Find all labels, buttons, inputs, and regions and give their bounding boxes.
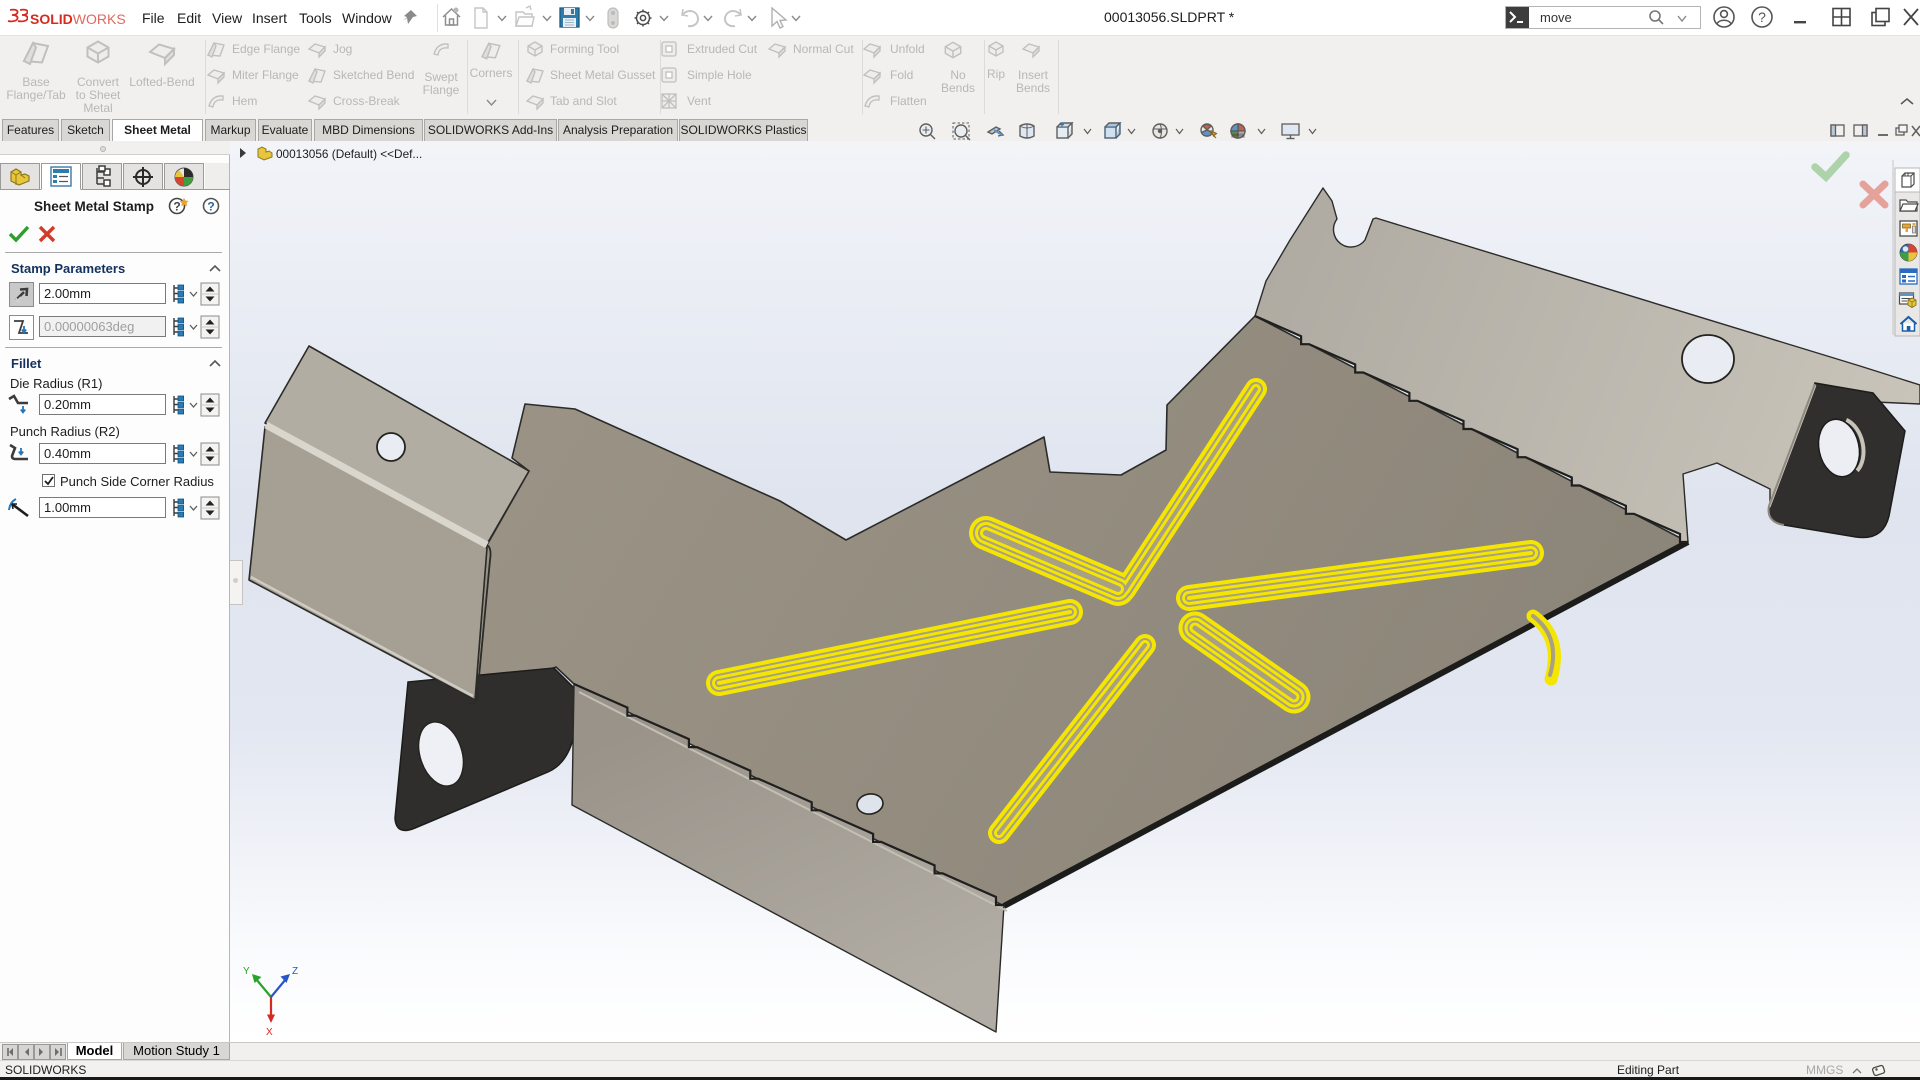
svg-text:Y: Y xyxy=(243,966,250,977)
svg-text:X: X xyxy=(266,1027,273,1038)
svg-text:?: ? xyxy=(207,200,214,214)
svg-text:?: ? xyxy=(173,200,180,214)
svg-text:Z: Z xyxy=(292,966,298,977)
svg-text:?: ? xyxy=(1758,9,1766,25)
svg-text:00013056 (Default) <<Def...: 00013056 (Default) <<Def... xyxy=(276,147,422,161)
